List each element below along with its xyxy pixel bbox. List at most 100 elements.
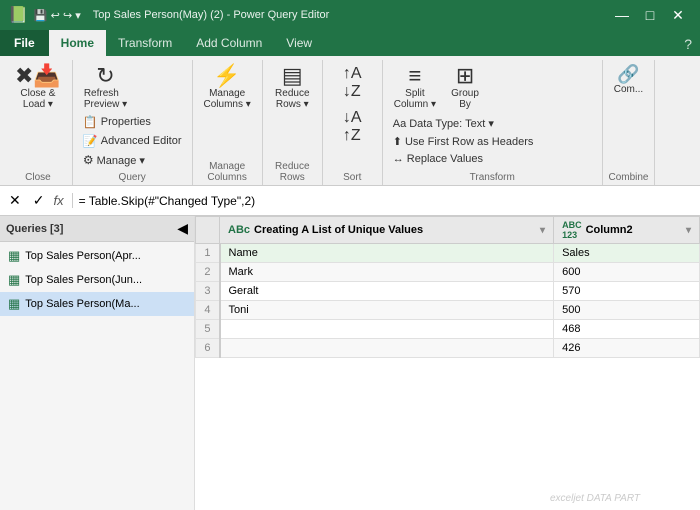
sidebar-item-0[interactable]: ▦ Top Sales Person(Apr... bbox=[0, 244, 194, 268]
row-num-6: 6 bbox=[196, 339, 220, 358]
use-first-row-label: Use First Row as Headers bbox=[405, 136, 533, 148]
col1-header-label: Creating A List of Unique Values bbox=[254, 224, 423, 236]
formula-input[interactable]: = Table.Skip(#"Changed Type",2) bbox=[79, 194, 694, 208]
col-header-2[interactable]: ABC123 Column2 ▾ bbox=[554, 217, 700, 244]
data-type-button[interactable]: Aa Data Type: Text ▾ bbox=[389, 115, 596, 132]
advanced-editor-button[interactable]: 📝 Advanced Editor bbox=[79, 132, 186, 150]
sidebar-item-label-2: Top Sales Person(Ma... bbox=[25, 298, 139, 310]
sidebar-item-1[interactable]: ▦ Top Sales Person(Jun... bbox=[0, 268, 194, 292]
tab-home[interactable]: Home bbox=[49, 30, 106, 56]
ribbon-group-sort: ↑A↓Z ↓A↑Z Sort bbox=[323, 60, 383, 185]
sidebar-item-label-0: Top Sales Person(Apr... bbox=[25, 250, 141, 262]
minimize-button[interactable]: — bbox=[608, 1, 636, 29]
manage-button[interactable]: ⚙ Manage ▾ bbox=[79, 151, 186, 169]
manage-icon: ⚙ bbox=[83, 153, 94, 167]
sidebar-title: Queries [3] bbox=[6, 223, 63, 235]
ribbon-tabs: File Home Transform Add Column View ? bbox=[0, 30, 700, 56]
manage-columns-icon: ⚡ bbox=[213, 65, 240, 87]
col2-type-icon: ABC123 bbox=[562, 220, 582, 240]
refresh-icon: ↻ bbox=[96, 65, 114, 87]
close-buttons: ✖📥 Close &Load ▾ bbox=[10, 62, 66, 113]
table-row: 2 Mark 600 bbox=[196, 263, 700, 282]
close-button[interactable]: ✕ bbox=[664, 1, 692, 29]
row-2-col2: 600 bbox=[554, 263, 700, 282]
reduce-rows-icon: ▤ bbox=[282, 65, 303, 87]
quick-access: 💾 ↩ ↪ ▾ bbox=[34, 9, 81, 22]
title-text: Top Sales Person(May) (2) - Power Query … bbox=[93, 9, 330, 21]
close-load-icon: ✖📥 bbox=[15, 65, 61, 87]
ribbon-group-transform: ≡ SplitColumn ▾ ⊞ GroupBy Aa Data Type: … bbox=[383, 60, 603, 185]
row-1-col2: Sales bbox=[554, 244, 700, 263]
split-column-button[interactable]: ≡ SplitColumn ▾ bbox=[389, 62, 441, 113]
manage-label: Manage ▾ bbox=[97, 154, 145, 167]
col-header-1[interactable]: ABc Creating A List of Unique Values ▾ bbox=[220, 217, 554, 244]
reduce-rows-group-label: Reduce Rows bbox=[263, 161, 322, 183]
reduce-rows-button[interactable]: ▤ ReduceRows ▾ bbox=[269, 62, 316, 113]
transform-top-row: ≡ SplitColumn ▾ ⊞ GroupBy bbox=[389, 62, 596, 113]
ribbon: ✖📥 Close &Load ▾ Close ↻ RefreshPreview … bbox=[0, 56, 700, 186]
use-first-row-icon: ⬆ bbox=[393, 135, 402, 148]
combine-label: Com... bbox=[614, 84, 643, 95]
row-6-col2: 426 bbox=[554, 339, 700, 358]
advanced-editor-icon: 📝 bbox=[83, 134, 98, 148]
col-header-1-content: ABc Creating A List of Unique Values ▾ bbox=[228, 224, 545, 236]
ribbon-group-reduce-rows: ▤ ReduceRows ▾ Reduce Rows bbox=[263, 60, 323, 185]
table-row: 3 Geralt 570 bbox=[196, 282, 700, 301]
tab-transform[interactable]: Transform bbox=[106, 30, 184, 56]
formula-bar: ✕ ✓ fx = Table.Skip(#"Changed Type",2) bbox=[0, 186, 700, 216]
sort-asc-button[interactable]: ↑A↓Z bbox=[329, 62, 376, 104]
row-5-col2: 468 bbox=[554, 320, 700, 339]
table-row: 4 Toni 500 bbox=[196, 301, 700, 320]
row-num-2: 2 bbox=[196, 263, 220, 282]
col2-sort-icon[interactable]: ▾ bbox=[686, 225, 691, 236]
query-group-label: Query bbox=[73, 172, 192, 183]
table-header-row: ABc Creating A List of Unique Values ▾ A… bbox=[196, 217, 700, 244]
row-num-1: 1 bbox=[196, 244, 220, 263]
split-column-icon: ≡ bbox=[408, 65, 421, 87]
row-1-col1: Name bbox=[220, 244, 554, 263]
ribbon-group-close: ✖📥 Close &Load ▾ Close bbox=[4, 60, 73, 185]
replace-values-button[interactable]: ↔ Replace Values bbox=[389, 151, 596, 167]
tab-add-column[interactable]: Add Column bbox=[184, 30, 274, 56]
properties-label: Properties bbox=[101, 116, 151, 128]
formula-confirm-icon[interactable]: ✓ bbox=[30, 191, 48, 210]
sort-desc-button[interactable]: ↓A↑Z bbox=[329, 106, 376, 148]
sidebar-item-2[interactable]: ▦ Top Sales Person(Ma... bbox=[0, 292, 194, 316]
close-group-label: Close bbox=[4, 172, 72, 183]
manage-columns-button[interactable]: ⚡ ManageColumns ▾ bbox=[199, 62, 256, 113]
manage-columns-group-label: Manage Columns bbox=[193, 161, 262, 183]
formula-cancel-icon[interactable]: ✕ bbox=[6, 191, 24, 210]
combine-button[interactable]: 🔗 Com... bbox=[609, 62, 648, 98]
help-button[interactable]: ? bbox=[676, 32, 700, 56]
main-area: Queries [3] ◀ ▦ Top Sales Person(Apr... … bbox=[0, 216, 700, 510]
close-load-button[interactable]: ✖📥 Close &Load ▾ bbox=[10, 62, 66, 113]
use-first-row-button[interactable]: ⬆ Use First Row as Headers bbox=[389, 133, 596, 150]
window-controls: — □ ✕ bbox=[608, 1, 692, 29]
row-num-5: 5 bbox=[196, 320, 220, 339]
data-area: ABc Creating A List of Unique Values ▾ A… bbox=[195, 216, 700, 510]
refresh-preview-button[interactable]: ↻ RefreshPreview ▾ bbox=[79, 62, 132, 113]
sidebar: Queries [3] ◀ ▦ Top Sales Person(Apr... … bbox=[0, 216, 195, 510]
row-number-header bbox=[196, 217, 220, 244]
properties-button[interactable]: 📋 Properties bbox=[79, 113, 186, 131]
manage-columns-label: ManageColumns ▾ bbox=[204, 88, 251, 110]
row-3-col2: 570 bbox=[554, 282, 700, 301]
row-num-3: 3 bbox=[196, 282, 220, 301]
sidebar-item-icon-2: ▦ bbox=[8, 296, 20, 312]
row-6-col1 bbox=[220, 339, 554, 358]
col1-sort-icon[interactable]: ▾ bbox=[540, 225, 545, 236]
col2-header-label: Column2 bbox=[586, 224, 633, 236]
properties-icon: 📋 bbox=[83, 115, 98, 129]
replace-values-icon: ↔ bbox=[393, 153, 404, 165]
row-2-col1: Mark bbox=[220, 263, 554, 282]
sidebar-collapse-button[interactable]: ◀ bbox=[177, 220, 188, 237]
group-by-button[interactable]: ⊞ GroupBy bbox=[445, 62, 485, 113]
replace-values-label: Replace Values bbox=[407, 153, 483, 165]
tab-view[interactable]: View bbox=[274, 30, 324, 56]
close-load-label: Close &Load ▾ bbox=[20, 88, 55, 110]
ribbon-group-manage-columns: ⚡ ManageColumns ▾ Manage Columns bbox=[193, 60, 263, 185]
ribbon-group-query: ↻ RefreshPreview ▾ 📋 Properties 📝 Advanc… bbox=[73, 60, 193, 185]
tab-file[interactable]: File bbox=[0, 30, 49, 56]
table-row: 5 468 bbox=[196, 320, 700, 339]
maximize-button[interactable]: □ bbox=[636, 1, 664, 29]
